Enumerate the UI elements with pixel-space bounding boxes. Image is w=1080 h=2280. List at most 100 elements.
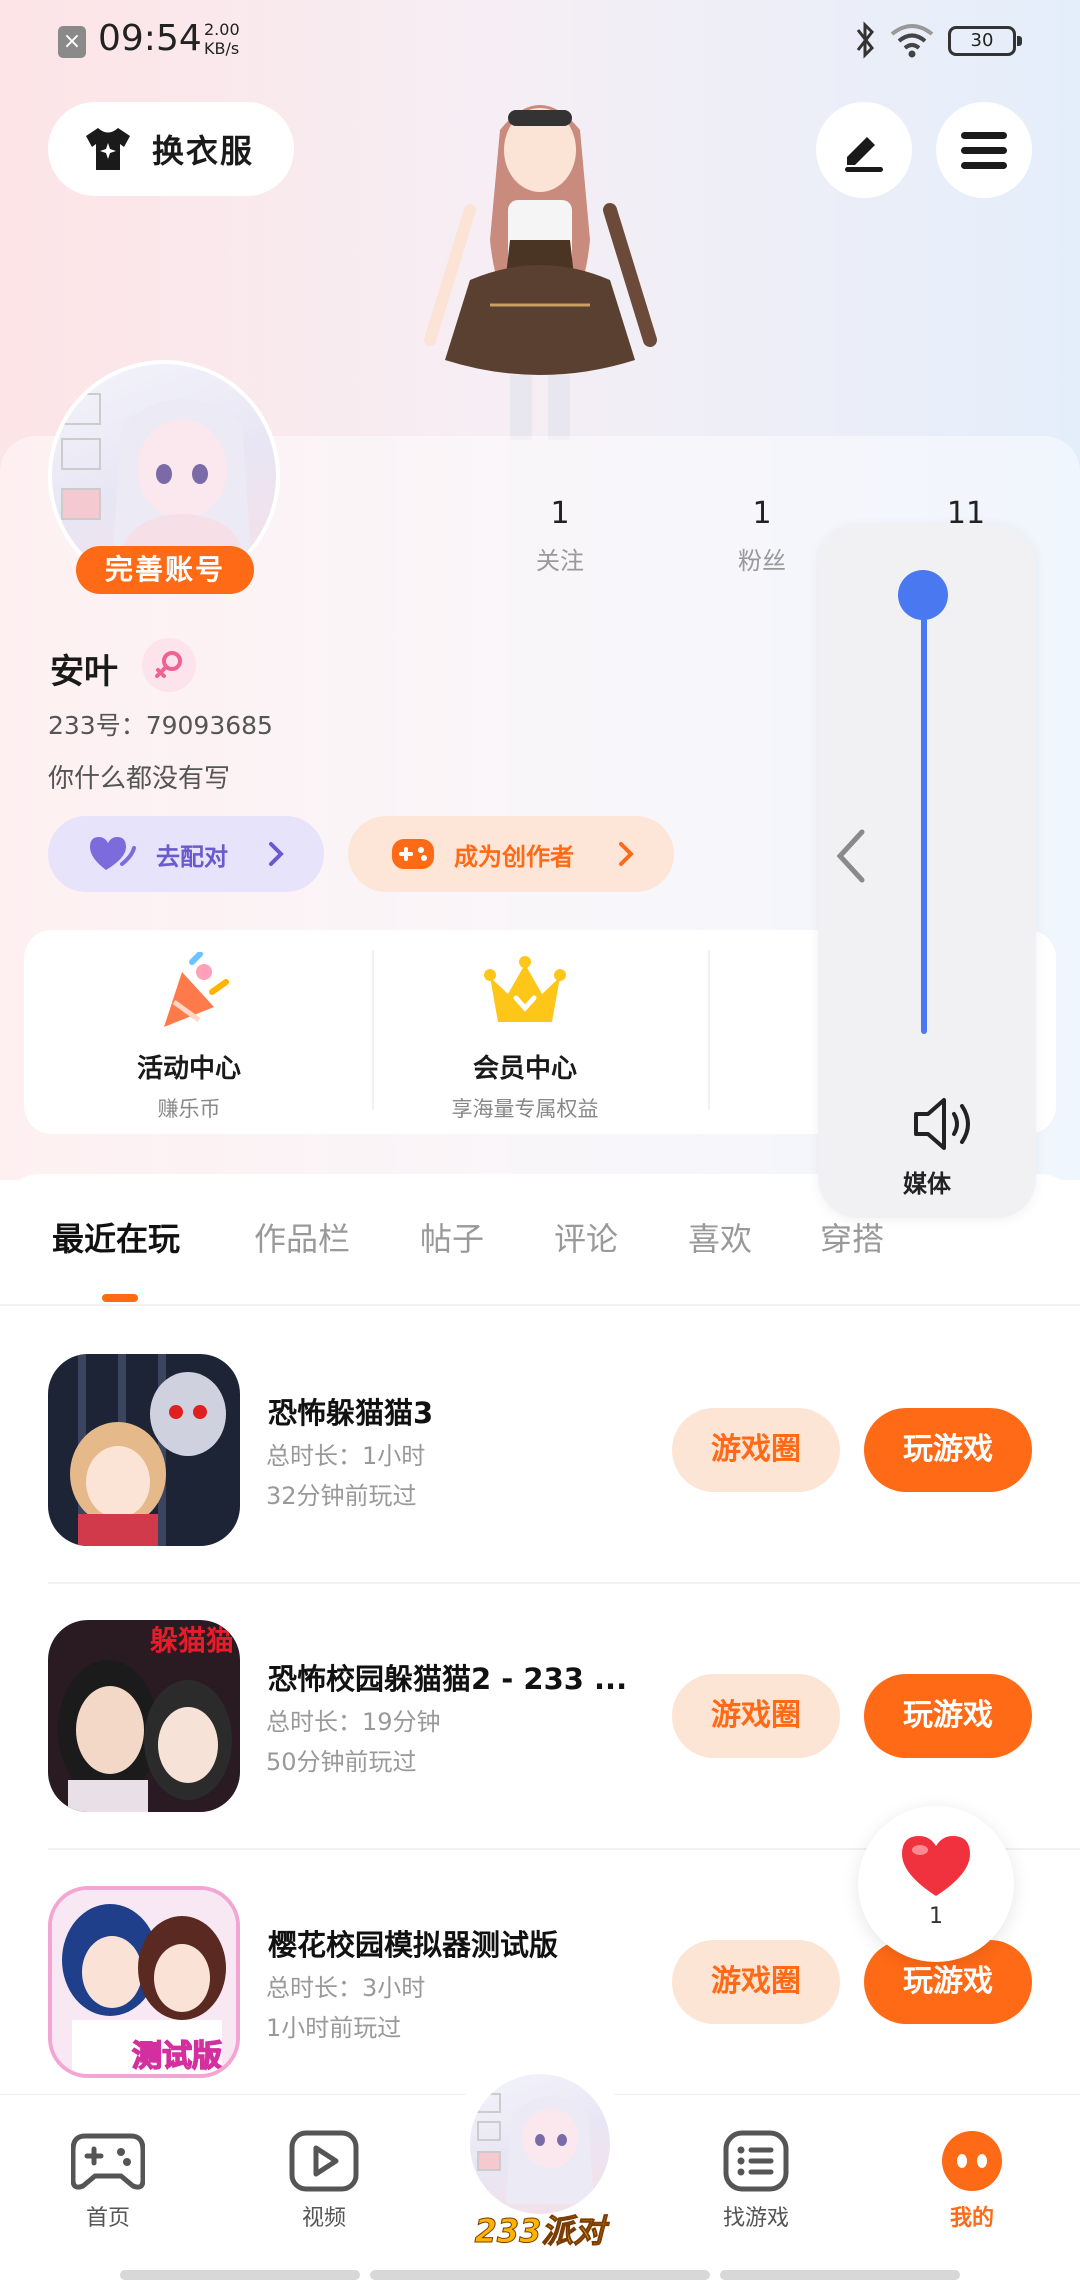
game-cover-image: 躲猫猫	[48, 1620, 240, 1812]
vip-center-subtitle: 享海量专属权益	[451, 1097, 599, 1121]
wifi-icon	[890, 24, 934, 58]
nav-home[interactable]: 首页	[48, 2130, 168, 2232]
vip-center-entry[interactable]: 会员中心 享海量专属权益	[360, 952, 690, 1123]
tab-indicator	[102, 1294, 138, 1302]
play-video-icon	[289, 2130, 359, 2192]
crown-icon	[484, 956, 566, 1022]
vip-center-title: 会员中心	[472, 1054, 577, 1084]
volume-slider-track[interactable]	[921, 594, 927, 1034]
game-title[interactable]: 恐怖躲猫猫3	[268, 1390, 433, 1432]
nav-party-label[interactable]: 233派对	[440, 2206, 640, 2252]
game-title[interactable]: 樱花校园模拟器测试版	[268, 1922, 558, 1964]
gamepad-plus-icon	[392, 839, 434, 869]
avatar-figure[interactable]	[410, 90, 670, 440]
game-title[interactable]: 恐怖校园躲猫猫2 - 233 ...	[268, 1656, 627, 1698]
tab-recently-played[interactable]: 最近在玩	[52, 1214, 180, 1260]
notification-close-icon: ×	[58, 26, 86, 58]
game-duration: 总时长：3小时	[266, 1974, 426, 2002]
tab-posts[interactable]: 帖子	[420, 1214, 484, 1260]
activity-center-subtitle: 赚乐币	[157, 1097, 221, 1121]
pair-label: 去配对	[156, 842, 228, 871]
stat-following[interactable]: 1 关注	[500, 496, 620, 576]
volume-label: 媒体	[903, 1170, 951, 1198]
stat-following-label: 关注	[536, 547, 584, 575]
divider	[708, 950, 710, 1110]
list-icon	[723, 2130, 789, 2192]
nav-home-label: 首页	[85, 2206, 130, 2231]
nav-find-games[interactable]: 找游戏	[696, 2130, 816, 2232]
game-cover-image	[48, 1354, 240, 1546]
game-last-played: 50分钟前玩过	[266, 1748, 417, 1776]
game-circle-button[interactable]: 游戏圈	[672, 1408, 840, 1492]
bluetooth-icon	[856, 21, 874, 59]
game-icon[interactable]: 测试版	[48, 1886, 240, 2078]
tab-comments[interactable]: 评论	[554, 1214, 618, 1260]
tab-works[interactable]: 作品栏	[254, 1214, 350, 1260]
nav-party-avatar[interactable]	[470, 2074, 610, 2214]
game-duration: 总时长：19分钟	[266, 1708, 441, 1736]
floating-like-button[interactable]: 1	[858, 1806, 1014, 1962]
username: 安叶	[50, 652, 118, 692]
stat-followers-count: 1	[752, 496, 772, 531]
speaker-icon[interactable]	[912, 1096, 978, 1152]
tab-outfits[interactable]: 穿搭	[820, 1214, 884, 1260]
tshirt-icon	[86, 128, 130, 170]
nav-me[interactable]: 我的	[912, 2130, 1032, 2232]
game-icon[interactable]: 躲猫猫	[48, 1620, 240, 1812]
like-count: 1	[929, 1904, 943, 1929]
party-popper-icon	[164, 951, 229, 1027]
row-divider	[48, 1582, 1080, 1584]
tab-likes[interactable]: 喜欢	[688, 1214, 752, 1260]
nav-me-label: 我的	[949, 2206, 994, 2231]
chevron-right-icon	[619, 842, 634, 866]
status-time: 09:54	[98, 18, 202, 59]
tab-divider	[0, 1304, 1080, 1306]
volume-slider-knob[interactable]	[898, 570, 948, 620]
stat-followers-label: 粉丝	[738, 547, 786, 575]
battery-icon: 30	[948, 26, 1022, 56]
game-cover-image: 测试版	[52, 1890, 236, 2074]
play-game-button[interactable]: 玩游戏	[864, 1408, 1032, 1492]
game-icon[interactable]	[48, 1354, 240, 1546]
edit-button[interactable]	[816, 102, 912, 198]
party-avatar-image	[477, 2093, 594, 2204]
stat-followers[interactable]: 1 粉丝	[702, 496, 822, 576]
stat-following-count: 1	[550, 496, 570, 531]
gender-badge	[142, 638, 196, 692]
nav-video-label: 视频	[301, 2206, 346, 2231]
gesture-bar	[720, 2270, 960, 2280]
status-bar: × 09:54 2.00 KB/s 30	[0, 0, 1080, 84]
change-outfit-button[interactable]: 换衣服	[48, 102, 294, 196]
user-id: 233号：79093685	[48, 711, 273, 740]
heart-icon	[902, 1836, 970, 1896]
game-circle-button[interactable]: 游戏圈	[672, 1940, 840, 2024]
gesture-bar	[120, 2270, 360, 2280]
chevron-right-icon	[269, 842, 284, 866]
become-creator-label: 成为创作者	[454, 842, 574, 871]
nav-video[interactable]: 视频	[264, 2130, 384, 2232]
pair-button[interactable]: 去配对	[48, 816, 324, 892]
complete-account-button[interactable]: 完善账号	[76, 546, 254, 594]
nav-find-games-label: 找游戏	[722, 2206, 789, 2231]
activity-center-title: 活动中心	[136, 1054, 241, 1084]
game-cover-text: 躲猫猫	[150, 1624, 234, 1657]
female-icon	[155, 651, 182, 678]
menu-button[interactable]	[936, 102, 1032, 198]
chevron-left-icon[interactable]	[832, 826, 872, 886]
activity-center-entry[interactable]: 活动中心 赚乐币	[24, 951, 354, 1123]
profile-face-icon	[942, 2131, 1002, 2191]
hamburger-menu-icon	[961, 132, 1007, 169]
user-bio: 你什么都没有写	[48, 764, 231, 794]
game-duration: 总时长：1小时	[266, 1442, 426, 1470]
play-game-button[interactable]: 玩游戏	[864, 1674, 1032, 1758]
heart-pair-icon	[90, 837, 136, 870]
network-speed: 2.00 KB/s	[204, 20, 240, 58]
game-circle-button[interactable]: 游戏圈	[672, 1674, 840, 1758]
gesture-bar	[370, 2270, 710, 2280]
gamepad-icon	[70, 2133, 146, 2190]
game-cover-text: 测试版	[132, 2039, 222, 2074]
change-outfit-label: 换衣服	[152, 132, 255, 170]
pen-icon	[845, 137, 883, 172]
game-last-played: 32分钟前玩过	[266, 1482, 417, 1510]
become-creator-button[interactable]: 成为创作者	[348, 816, 674, 892]
